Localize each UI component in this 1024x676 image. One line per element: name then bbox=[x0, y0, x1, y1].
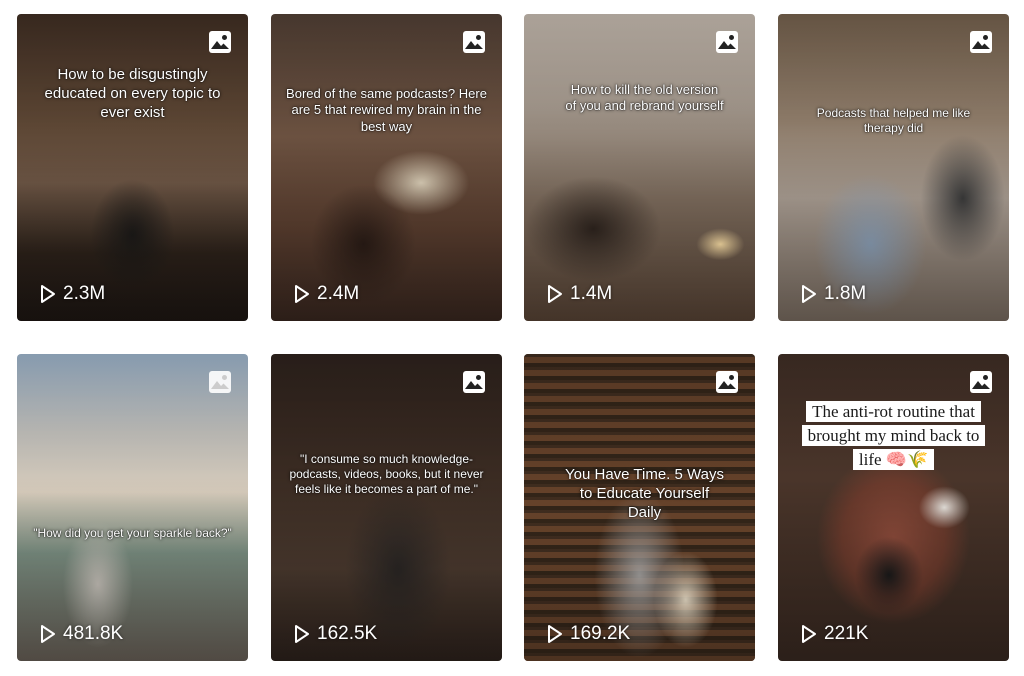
view-count-label: 1.8M bbox=[824, 283, 867, 304]
view-count-label: 2.4M bbox=[317, 283, 360, 304]
play-icon bbox=[548, 285, 562, 303]
photo-icon bbox=[209, 371, 231, 393]
video-caption: The anti-rot routine that brought my min… bbox=[798, 400, 989, 471]
photo-icon bbox=[463, 31, 485, 53]
play-icon bbox=[41, 625, 55, 643]
photo-icon bbox=[716, 31, 738, 53]
photo-icon bbox=[970, 31, 992, 53]
view-count: 1.8M bbox=[800, 283, 866, 305]
video-caption-text: The anti-rot routine that brought my min… bbox=[801, 401, 986, 470]
view-count-label: 1.4M bbox=[570, 283, 613, 304]
photo-icon bbox=[209, 31, 231, 53]
video-caption: How to be disgustingly educated on every… bbox=[44, 66, 221, 121]
video-caption: "I consume so much knowledge- podcasts, … bbox=[289, 452, 484, 496]
view-count: 162.5K bbox=[293, 623, 377, 645]
view-count: 169.2K bbox=[546, 623, 630, 645]
play-icon bbox=[41, 285, 55, 303]
view-count: 221K bbox=[800, 623, 868, 645]
play-icon bbox=[295, 625, 309, 643]
view-count-label: 2.3M bbox=[63, 283, 106, 304]
view-count-label: 169.2K bbox=[570, 623, 631, 644]
video-card[interactable]: How to kill the old version of you and r… bbox=[524, 14, 755, 321]
video-caption: "How did you get your sparkle back?" bbox=[33, 526, 232, 540]
play-icon bbox=[295, 285, 309, 303]
view-count: 481.8K bbox=[39, 623, 123, 645]
view-count: 2.4M bbox=[293, 283, 359, 305]
view-count-label: 221K bbox=[824, 623, 869, 644]
video-card[interactable]: How to be disgustingly educated on every… bbox=[17, 14, 248, 321]
video-card[interactable]: You Have Time. 5 Ways to Educate Yoursel… bbox=[524, 354, 755, 661]
video-caption: You Have Time. 5 Ways to Educate Yoursel… bbox=[565, 466, 724, 521]
play-icon bbox=[802, 285, 816, 303]
video-card[interactable]: "How did you get your sparkle back?" 481… bbox=[17, 354, 248, 661]
video-card[interactable]: Bored of the same podcasts? Here are 5 t… bbox=[271, 14, 502, 321]
video-grid: How to be disgustingly educated on every… bbox=[17, 14, 1011, 662]
video-card[interactable]: "I consume so much knowledge- podcasts, … bbox=[271, 354, 502, 661]
play-icon bbox=[802, 625, 816, 643]
video-caption: Bored of the same podcasts? Here are 5 t… bbox=[286, 86, 487, 134]
view-count: 1.4M bbox=[546, 283, 612, 305]
photo-icon bbox=[716, 371, 738, 393]
video-caption: How to kill the old version of you and r… bbox=[565, 82, 724, 114]
photo-icon bbox=[970, 371, 992, 393]
video-caption: Podcasts that helped me like therapy did bbox=[816, 106, 971, 135]
view-count: 2.3M bbox=[39, 283, 105, 305]
video-card[interactable]: Podcasts that helped me like therapy did… bbox=[778, 14, 1009, 321]
play-icon bbox=[548, 625, 562, 643]
photo-icon bbox=[463, 371, 485, 393]
view-count-label: 162.5K bbox=[317, 623, 378, 644]
video-card[interactable]: The anti-rot routine that brought my min… bbox=[778, 354, 1009, 661]
view-count-label: 481.8K bbox=[63, 623, 124, 644]
